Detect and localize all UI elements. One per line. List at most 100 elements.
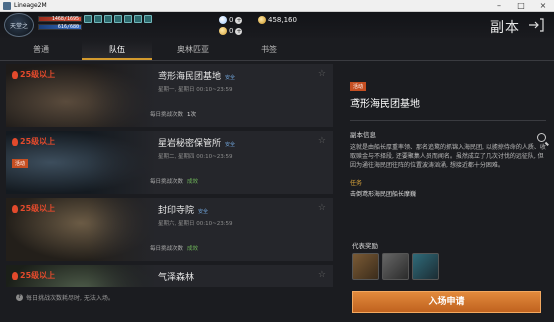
diamond-currency: 0 + (219, 16, 243, 24)
page-title: 副本 (490, 20, 520, 36)
level-text: 25级以上 (20, 137, 56, 146)
dungeon-name-text: 鸢形海民团基地 (158, 72, 222, 82)
safe-zone-badge: 安全 (225, 142, 236, 148)
detail-title: 鸢形海民团基地 (350, 99, 420, 110)
top-hud: 天堂之 1468/1695 616/680 0 + 0 + 458,160 副本 (0, 12, 554, 38)
level-requirement: 25级以上 (12, 136, 55, 147)
dungeon-schedule: 星期一, 星期日 00:10~23:59 (158, 87, 233, 93)
red-diamond-currency: 0 + (219, 27, 243, 35)
exit-icon[interactable] (528, 18, 544, 32)
dungeon-name: 封印寺院 安全 (158, 203, 208, 216)
dungeon-name: 鸢形海民团基地 安全 (158, 69, 235, 82)
hp-bar: 1468/1695 (38, 16, 82, 22)
dungeon-schedule: 星期六, 星期日 00:10~23:59 (158, 221, 233, 227)
reward-box-icon[interactable] (382, 253, 409, 280)
daily-attempts: 每日挑战次数 成效 (150, 177, 198, 185)
clan-crest[interactable]: 天堂之 (4, 13, 34, 37)
daily-value: 成效 (187, 179, 199, 185)
buff-icon[interactable] (104, 15, 112, 23)
bookmark-star-icon[interactable]: ☆ (318, 136, 326, 146)
safe-zone-badge: 安全 (225, 75, 236, 81)
buff-icon[interactable] (94, 15, 102, 23)
level-text: 25级以上 (20, 204, 56, 213)
window-title: Lineage2M (14, 2, 47, 9)
reward-header: 代表奖励 (352, 242, 378, 250)
attempt-hint: ? 每日挑战次数耗尽时, 无法入场。 (16, 293, 114, 302)
window-titlebar: Lineage2M – □ × (0, 0, 554, 12)
adena-currency: 458,160 (258, 16, 297, 24)
daily-value: 成效 (187, 246, 199, 252)
dungeon-description: 这就是由船长厚重率领、那名追鹜的抓锦入海民团, 以掳掠侍命的人质、收取赎金与不择… (350, 144, 546, 169)
mission-text: 击倒鸢形海民团船长摩巍 (350, 191, 417, 198)
level-requirement: 25级以上 (12, 69, 55, 80)
enter-request-button[interactable]: 入场申请 (352, 291, 541, 313)
bookmark-star-icon[interactable]: ☆ (318, 69, 326, 79)
tab-normal[interactable]: 普通 (6, 41, 76, 60)
diamond-icon (219, 16, 227, 24)
reward-weapon-icon[interactable] (412, 253, 439, 280)
dungeon-card[interactable]: 25级以上 活动 星岩秘密保管所 安全 星期二, 星期四 00:10~23:59 … (6, 131, 333, 194)
dungeon-name: 星岩秘密保管所 安全 (158, 136, 235, 149)
bookmark-star-icon[interactable]: ☆ (318, 203, 326, 213)
diamond-count: 0 (229, 16, 234, 24)
buff-icon[interactable] (134, 15, 142, 23)
daily-value: 1次 (187, 112, 197, 118)
maximize-button[interactable]: □ (510, 0, 532, 12)
crest-text: 天堂之 (9, 22, 28, 30)
dungeon-tabs: 普通 队伍 奥林匹亚 书签 (0, 41, 554, 61)
mission-header: 任务 (350, 180, 363, 187)
red-diamond-icon (219, 27, 227, 35)
hint-text: 每日挑战次数耗尽时, 无法入场。 (26, 295, 114, 302)
flame-icon (12, 137, 18, 146)
buff-icon[interactable] (144, 15, 152, 23)
app-icon (3, 1, 11, 10)
level-text: 25级以上 (20, 271, 56, 280)
minimize-button[interactable]: – (488, 0, 510, 12)
daily-label: 每日挑战次数 (150, 112, 184, 118)
buff-icon[interactable] (124, 15, 132, 23)
zoom-icon[interactable] (537, 133, 546, 142)
red-diamond-count: 0 (229, 27, 234, 35)
dungeon-name-text: 封印寺院 (158, 206, 195, 216)
tab-party[interactable]: 队伍 (82, 41, 152, 60)
level-requirement: 25级以上 (12, 270, 55, 281)
add-red-diamond-button[interactable]: + (235, 27, 243, 35)
dungeon-card[interactable]: 25级以上 鸢形海民团基地 安全 星期一, 星期日 00:10~23:59 每日挑… (6, 64, 333, 127)
event-badge: 活动 (12, 159, 29, 168)
flame-icon (12, 271, 18, 280)
buff-icon[interactable] (114, 15, 122, 23)
divider (350, 120, 546, 121)
daily-label: 每日挑战次数 (150, 179, 184, 185)
tab-olympiad[interactable]: 奥林匹亚 (158, 41, 228, 60)
dungeon-schedule: 星期二, 星期四 00:10~23:59 (158, 154, 233, 160)
adena-count: 458,160 (268, 16, 297, 24)
daily-attempts: 每日挑战次数 1次 (150, 110, 196, 118)
game-window: 天堂之 1468/1695 616/680 0 + 0 + 458,160 副本 (0, 12, 554, 322)
flame-icon (12, 204, 18, 213)
level-text: 25级以上 (20, 70, 56, 79)
buff-icon[interactable] (84, 15, 92, 23)
dungeon-card[interactable]: 25级以上 气泽森林 ☆ (6, 265, 333, 287)
dungeon-detail: 活动 鸢形海民团基地 副本信息 这就是由船长厚重率领、那名追鹜的抓锦入海民团, … (350, 81, 546, 198)
dungeon-name-text: 气泽森林 (158, 273, 195, 283)
dungeon-list: 25级以上 鸢形海民团基地 安全 星期一, 星期日 00:10~23:59 每日挑… (6, 64, 333, 287)
mp-bar: 616/680 (38, 24, 82, 30)
add-diamond-button[interactable]: + (235, 16, 243, 24)
daily-label: 每日挑战次数 (150, 246, 184, 252)
buff-list (84, 15, 152, 23)
tab-bookmark[interactable]: 书签 (234, 41, 304, 60)
bookmark-star-icon[interactable]: ☆ (318, 270, 326, 280)
event-badge: 活动 (350, 82, 367, 91)
dungeon-name-text: 星岩秘密保管所 (158, 139, 222, 149)
help-icon: ? (16, 294, 23, 301)
close-button[interactable]: × (532, 0, 554, 12)
daily-attempts: 每日挑战次数 成效 (150, 244, 198, 252)
safe-zone-badge: 安全 (198, 209, 209, 215)
dungeon-name: 气泽森林 (158, 270, 194, 283)
reward-chest-icon[interactable] (352, 253, 379, 280)
reward-list (352, 253, 439, 280)
dungeon-card[interactable]: 25级以上 封印寺院 安全 星期六, 星期日 00:10~23:59 每日挑战次数… (6, 198, 333, 261)
adena-icon (258, 16, 266, 24)
level-requirement: 25级以上 (12, 203, 55, 214)
section-title: 副本信息 (350, 131, 376, 139)
